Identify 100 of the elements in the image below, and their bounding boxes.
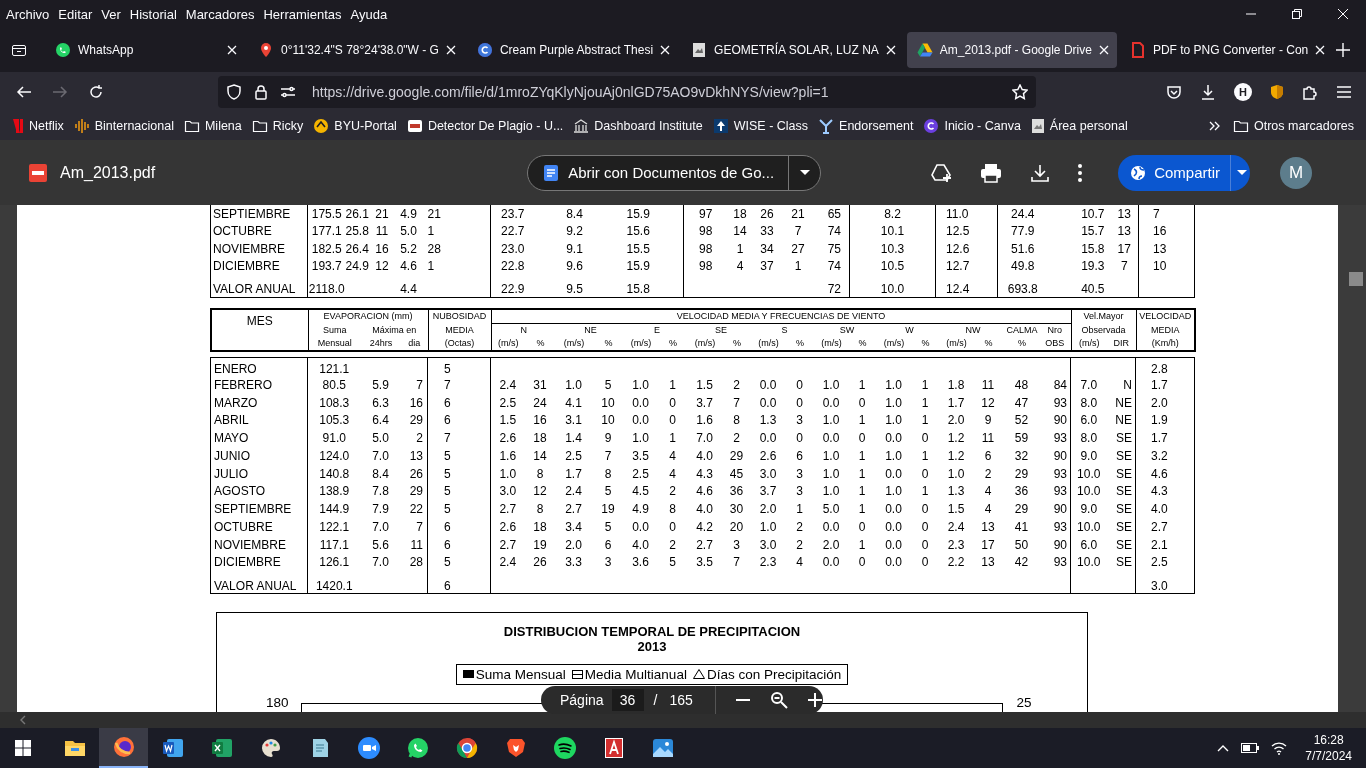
zoom-in-icon	[807, 693, 822, 707]
bookmark-link[interactable]: BYU-Portal	[334, 119, 397, 133]
triangle-marker-icon	[692, 669, 705, 680]
word-doc-icon[interactable]	[160, 736, 185, 760]
table-cell: 0.0	[885, 519, 902, 534]
puzzle-icon[interactable]	[1302, 84, 1318, 100]
table-cell: 1.5	[947, 502, 965, 517]
column-header: %	[972, 336, 1006, 351]
new-tab-icon[interactable]	[1336, 43, 1351, 57]
landscape-icon[interactable]	[650, 736, 675, 760]
table-cell: VALOR ANUAL	[214, 578, 297, 593]
column-header: (Km/h)	[1136, 336, 1196, 351]
menu-item[interactable]: Ayuda	[350, 6, 388, 22]
browser-tab[interactable]: WhatsApp	[45, 32, 245, 68]
menu-item[interactable]: Historial	[129, 6, 177, 22]
table-cell: 7.0	[372, 519, 389, 534]
start-icon[interactable]	[15, 740, 31, 756]
bookmark-link[interactable]: Netflix	[29, 119, 64, 133]
close-icon[interactable]	[1315, 45, 1326, 55]
bookmark-link[interactable]: Milena	[204, 119, 242, 133]
table-cell: NE	[1115, 395, 1132, 410]
stripes-logo-icon	[12, 118, 24, 134]
clock[interactable]: 16:28 7/7/2024	[1305, 732, 1352, 764]
lock-icon[interactable]	[254, 84, 268, 100]
menu-item[interactable]: Ver	[101, 6, 121, 22]
back-arrow-icon[interactable]	[16, 84, 32, 100]
account-avatar[interactable]: M	[1280, 156, 1313, 189]
open-with-button[interactable]: Abrir con Documentos de Go...	[528, 155, 790, 190]
table-cell: 8	[536, 466, 544, 481]
download-icon[interactable]	[1030, 162, 1051, 183]
close-icon[interactable]	[1338, 9, 1348, 19]
table-cell: 36	[1014, 484, 1029, 499]
table-cell: 48	[1014, 377, 1029, 392]
battery-icon[interactable]	[1241, 743, 1260, 753]
browser-tab[interactable]: 0°11'32.4"S 78°24'38.0"W - G	[248, 32, 464, 68]
menu-item[interactable]: Archivo	[6, 6, 50, 22]
table-cell: 2	[796, 537, 803, 552]
table-cell: 12.5	[946, 224, 970, 239]
wifi-icon[interactable]	[1271, 741, 1288, 755]
table-cell: 4.3	[696, 466, 713, 481]
column-header: Máxima en	[361, 323, 429, 337]
pocket-icon[interactable]	[1166, 84, 1182, 100]
add-to-drive-icon[interactable]	[930, 162, 953, 183]
bookmark-link[interactable]: Inicio - Canva	[944, 119, 1021, 133]
table-cell: 9.6	[566, 259, 583, 274]
bookmark-link[interactable]: WISE - Class	[733, 119, 809, 133]
bookmark-link[interactable]: Endorsement	[839, 119, 914, 133]
search-button[interactable]	[769, 691, 788, 709]
reload-icon[interactable]	[88, 84, 104, 100]
table-cell: 9.1	[566, 241, 583, 256]
share-button[interactable]: Compartir	[1118, 154, 1232, 191]
table-cell: 5	[604, 519, 612, 534]
ring-logo-icon[interactable]	[454, 736, 479, 760]
close-icon[interactable]	[660, 45, 671, 55]
browser-tab[interactable]: GEOMETRÍA SOLAR, LUZ NA	[681, 32, 904, 68]
menu-item[interactable]: Herramientas	[263, 6, 342, 22]
table-cell: 1.0	[822, 413, 840, 428]
bookmark-link[interactable]: Otros marcadores	[1253, 119, 1354, 133]
video-call-icon[interactable]	[356, 736, 381, 760]
scrollbar-thumb[interactable]	[1349, 272, 1363, 286]
address-bar[interactable]: https://drive.google.com/file/d/1mroZYqKlyNjouAj0nlGD75AO9vDkhNYS/view?pli=1	[218, 76, 1036, 108]
print-icon[interactable]	[980, 162, 1003, 183]
close-icon[interactable]	[885, 45, 896, 55]
browser-tab[interactable]: Am_2013.pdf - Google Drive	[906, 32, 1117, 68]
bookmark-link[interactable]: Área personal	[1049, 119, 1128, 133]
close-icon[interactable]	[445, 45, 456, 55]
menu-item[interactable]: Editar	[58, 6, 93, 22]
fox-globe-icon[interactable]	[111, 735, 136, 759]
shield-icon[interactable]	[226, 84, 242, 100]
chevron-up-icon[interactable]	[1217, 744, 1230, 752]
table-cell: 8.2	[884, 206, 901, 221]
more-vertical-icon[interactable]	[1078, 163, 1083, 182]
table-cell: 7	[1120, 259, 1128, 274]
browser-tab[interactable]: Cream Purple Abstract Thesi	[466, 32, 679, 68]
close-icon[interactable]	[1098, 45, 1109, 55]
star-icon[interactable]	[1012, 84, 1028, 100]
bookmark-link[interactable]: Dashboard Institute	[594, 119, 703, 133]
zoom-in-button[interactable]	[807, 693, 822, 707]
bookmark-link[interactable]: Ricky	[272, 119, 304, 133]
menu-icon[interactable]	[1336, 85, 1352, 99]
bookmark-link[interactable]: Binternacional	[94, 119, 174, 133]
profile-badge[interactable]: H	[1234, 83, 1252, 101]
chat-bubble-icon[interactable]	[405, 736, 430, 760]
download-icon[interactable]	[1200, 84, 1216, 100]
table-cell: 15.6	[626, 224, 650, 239]
sliders-icon[interactable]	[280, 84, 296, 100]
close-icon[interactable]	[227, 45, 237, 55]
tab-list-icon[interactable]	[11, 42, 27, 58]
scroll-left-icon[interactable]	[20, 715, 26, 725]
menu-item[interactable]: Marcadores	[185, 6, 255, 22]
shield-extension-icon[interactable]	[1270, 84, 1284, 100]
sound-waves-icon[interactable]	[552, 736, 577, 760]
column-header: CALMA	[1005, 324, 1039, 337]
restore-icon[interactable]	[1292, 9, 1302, 19]
bookmark-link[interactable]: Detector De Plagio - U...	[427, 119, 564, 133]
forward-arrow-icon[interactable]	[52, 84, 68, 100]
spreadsheet-icon[interactable]	[209, 736, 234, 760]
browser-tab[interactable]: PDF to PNG Converter - Con	[1119, 32, 1334, 68]
double-chevron-icon[interactable]	[1208, 121, 1221, 131]
page-number-field[interactable]: 36	[611, 689, 644, 711]
